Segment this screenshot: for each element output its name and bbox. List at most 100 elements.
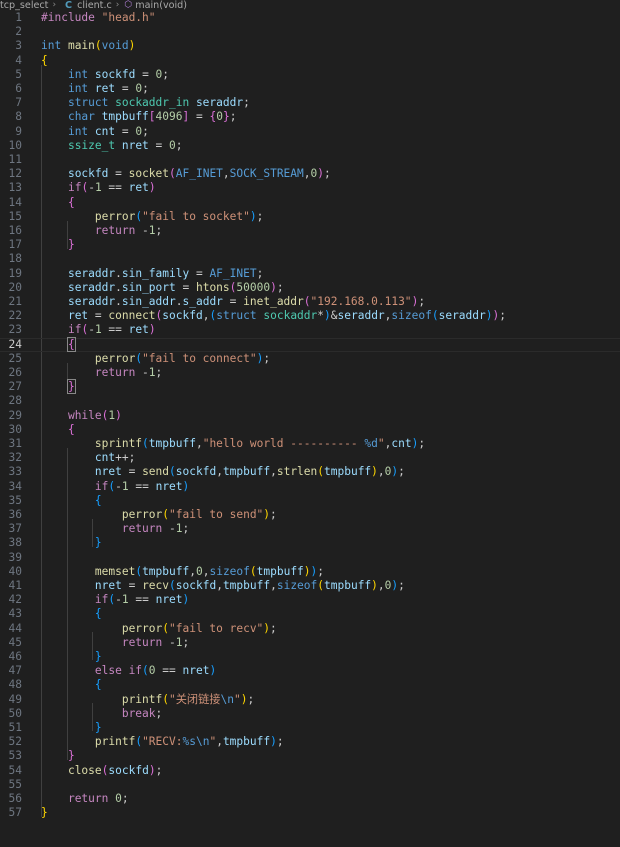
- code-token: ==: [101, 181, 129, 195]
- code-line[interactable]: 37 return -1;: [0, 522, 620, 536]
- code-line[interactable]: 54 close(sockfd);: [0, 764, 620, 778]
- code-token: seraddr: [67, 295, 116, 308]
- breadcrumb-file[interactable]: client.c: [77, 0, 112, 11]
- code-line[interactable]: 28: [0, 394, 620, 408]
- code-line[interactable]: 31 sprintf(tmpbuff,"hello world --------…: [0, 437, 620, 451]
- code-text: sprintf(tmpbuff,"hello world ---------- …: [41, 437, 425, 451]
- code-line[interactable]: 1 #include "head.h": [0, 11, 620, 25]
- code-token: *: [317, 309, 325, 323]
- code-line[interactable]: 29 while(1): [0, 409, 620, 423]
- code-line[interactable]: 2: [0, 25, 620, 39]
- code-token: {: [94, 678, 102, 692]
- code-text: perror("fail to recv");: [41, 622, 277, 636]
- code-line[interactable]: 12 sockfd = socket(AF_INET,SOCK_STREAM,0…: [0, 167, 620, 181]
- code-line[interactable]: 39: [0, 551, 620, 565]
- code-line[interactable]: 56 return 0;: [0, 792, 620, 806]
- code-line[interactable]: 57}: [0, 806, 620, 820]
- code-line[interactable]: 7 struct sockaddr_in seraddr;: [0, 96, 620, 110]
- code-line[interactable]: 48 {: [0, 678, 620, 692]
- code-line[interactable]: 25 perror("fail to connect");: [0, 352, 620, 366]
- code-token: tmpbuff: [222, 465, 271, 479]
- code-line[interactable]: 45 return -1;: [0, 636, 620, 650]
- breadcrumb-symbol[interactable]: main(void): [135, 0, 187, 11]
- code-line[interactable]: 18: [0, 252, 620, 266]
- code-line[interactable]: 30 {: [0, 423, 620, 437]
- code-line[interactable]: 3 int main(void): [0, 39, 620, 53]
- code-text: seraddr.sin_addr.s_addr = inet_addr("192…: [41, 295, 425, 309]
- code-line[interactable]: 11: [0, 153, 620, 167]
- code-token: break: [121, 706, 156, 720]
- code-line[interactable]: 15 perror("fail to socket");: [0, 210, 620, 224]
- line-number: 33: [8, 465, 22, 479]
- code-line[interactable]: 14 {: [0, 196, 620, 210]
- code-line[interactable]: 51 }: [0, 721, 620, 735]
- code-line[interactable]: 44 perror("fail to recv");: [0, 622, 620, 636]
- code-token: {: [94, 493, 102, 507]
- line-number: 22: [8, 309, 22, 323]
- code-token: ): [270, 280, 277, 294]
- code-token: (: [162, 621, 169, 635]
- code-line[interactable]: 52 printf("RECV:%s\n",tmpbuff);: [0, 735, 620, 749]
- code-token: tmpbuff: [222, 735, 271, 749]
- code-line[interactable]: 20 seraddr.sin_port = htons(50000);: [0, 281, 620, 295]
- code-token: tmpbuff: [324, 465, 372, 479]
- code-line[interactable]: 43 {: [0, 607, 620, 621]
- code-line[interactable]: 5 int sockfd = 0;: [0, 68, 620, 82]
- chevron-right-icon: ›: [52, 0, 57, 10]
- code-line[interactable]: 32 cnt++;: [0, 451, 620, 465]
- code-text: struct sockaddr_in seraddr;: [41, 96, 250, 110]
- code-line[interactable]: 17 }: [0, 238, 620, 252]
- code-line[interactable]: 4{: [0, 54, 620, 68]
- code-line[interactable]: 55: [0, 778, 620, 792]
- code-line[interactable]: 35 {: [0, 494, 620, 508]
- code-token: tmpbuff: [222, 579, 271, 592]
- code-line[interactable]: 38 }: [0, 536, 620, 550]
- code-line[interactable]: 27 }: [0, 379, 620, 395]
- code-line[interactable]: 46 }: [0, 650, 620, 664]
- code-token: ): [182, 479, 190, 493]
- code-line[interactable]: 49 printf("关闭链接\n");: [0, 693, 620, 707]
- code-line[interactable]: 47 else if(0 == nret): [0, 664, 620, 678]
- code-text: {: [41, 54, 48, 68]
- code-line[interactable]: 6 int ret = 0;: [0, 82, 620, 96]
- code-text: int sockfd = 0;: [41, 68, 169, 82]
- code-text: if(-1 == ret): [41, 323, 156, 337]
- code-line[interactable]: 22 ret = connect(sockfd,(struct sockaddr…: [0, 309, 620, 323]
- code-line[interactable]: 24 {: [0, 336, 620, 352]
- code-text: {: [41, 494, 102, 508]
- code-text: nret = send(sockfd,tmpbuff,strlen(tmpbuf…: [41, 465, 405, 479]
- code-token: ;: [155, 763, 163, 777]
- code-token: 0: [195, 564, 203, 578]
- line-number: 46: [8, 650, 22, 663]
- line-number: 16: [8, 224, 22, 237]
- code-editor[interactable]: 1 #include "head.h" 2 3 int main(void) 4{5 in…: [0, 11, 620, 847]
- code-line[interactable]: 41 nret = recv(sockfd,tmpbuff,sizeof(tmp…: [0, 579, 620, 593]
- code-line[interactable]: 21 seraddr.sin_addr.s_addr = inet_addr("…: [0, 295, 620, 309]
- code-token: while: [67, 408, 102, 422]
- code-line[interactable]: 34 if(-1 == nret): [0, 480, 620, 494]
- code-token: =: [175, 280, 196, 294]
- line-number: 44: [8, 621, 22, 635]
- code-line[interactable]: 26 return -1;: [0, 366, 620, 380]
- code-token: ): [148, 763, 156, 777]
- code-token: .: [175, 295, 183, 308]
- line-number: 45: [8, 635, 22, 649]
- code-line[interactable]: 42 if(-1 == nret): [0, 593, 620, 607]
- code-line[interactable]: 16 return -1;: [0, 224, 620, 238]
- code-line[interactable]: 40 memset(tmpbuff,0,sizeof(tmpbuff));: [0, 565, 620, 579]
- code-line[interactable]: 8 char tmpbuff[4096] = {0};: [0, 110, 620, 124]
- code-line[interactable]: 50 break;: [0, 707, 620, 721]
- breadcrumb-folder[interactable]: tcp_select: [0, 0, 48, 11]
- code-line[interactable]: 9 int cnt = 0;: [0, 125, 620, 139]
- code-line[interactable]: 53 }: [0, 749, 620, 763]
- code-line[interactable]: 33 nret = send(sockfd,tmpbuff,strlen(tmp…: [0, 465, 620, 479]
- code-token: (: [142, 437, 149, 450]
- code-line[interactable]: 19 seraddr.sin_family = AF_INET;: [0, 267, 620, 281]
- code-line[interactable]: 23 if(-1 == ret): [0, 323, 620, 337]
- code-line[interactable]: 36 perror("fail to send");: [0, 508, 620, 522]
- code-line[interactable]: 10 ssize_t nret = 0;: [0, 139, 620, 153]
- line-number: 23: [8, 323, 22, 337]
- code-line[interactable]: 13 if(-1 == ret): [0, 181, 620, 195]
- code-token: ,: [270, 579, 277, 592]
